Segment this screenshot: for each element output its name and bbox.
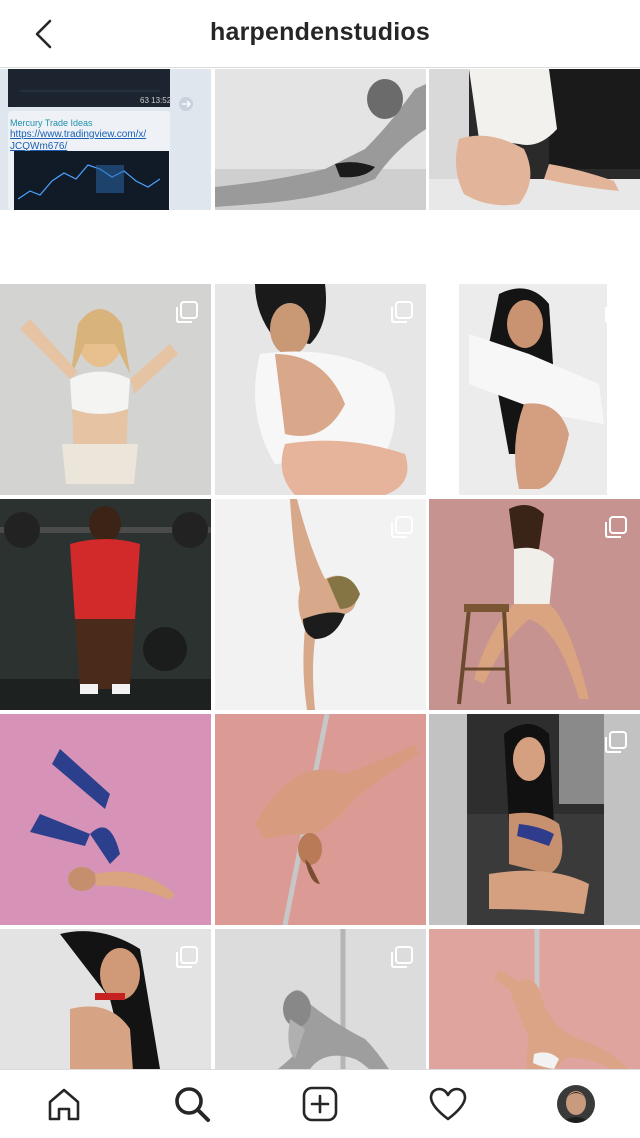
top-bar: harpendenstudios <box>0 0 640 68</box>
tab-search[interactable] <box>170 1082 214 1126</box>
post-tile-11[interactable] <box>214 714 426 925</box>
multiple-posts-icon <box>176 946 198 968</box>
post-tile-2[interactable] <box>214 69 426 210</box>
multiple-posts-icon <box>390 301 413 323</box>
heart-icon <box>429 1087 467 1121</box>
post-tile-7[interactable] <box>0 499 211 710</box>
post-grid: 63 13:52 Mercury Trade Ideas https://www… <box>0 69 640 1069</box>
message-link: https://www.tradingview.com/x/ <box>10 129 147 140</box>
post-tile-10[interactable] <box>0 714 211 925</box>
post-image <box>0 499 211 710</box>
page-title: harpendenstudios <box>210 18 430 46</box>
message-preview: Mercury Trade Ideas https://www.tradingv… <box>10 117 160 153</box>
post-tile-5[interactable] <box>214 284 426 495</box>
multiple-posts-icon <box>176 301 198 323</box>
add-post-icon <box>302 1086 338 1122</box>
tab-activity[interactable] <box>426 1082 470 1126</box>
post-tile-1[interactable]: 63 13:52 Mercury Trade Ideas https://www… <box>0 69 211 210</box>
multiple-posts-icon <box>605 301 627 323</box>
home-icon <box>48 1088 80 1121</box>
post-tile-13[interactable] <box>0 929 211 1069</box>
post-tile-4[interactable] <box>0 284 211 495</box>
post-tile-14[interactable] <box>214 929 426 1069</box>
multiple-posts-icon <box>605 731 627 753</box>
tab-profile[interactable] <box>554 1082 598 1126</box>
post-tile-15[interactable] <box>429 929 640 1069</box>
post-tile-3[interactable] <box>429 69 640 210</box>
post-tile-12[interactable] <box>429 714 640 925</box>
message-title: Mercury Trade Ideas <box>10 118 93 128</box>
multiple-posts-icon <box>605 516 627 538</box>
post-tile-8[interactable] <box>214 499 426 710</box>
multiple-posts-icon <box>390 516 413 538</box>
profile-photo <box>557 1085 595 1123</box>
post-image <box>214 69 426 210</box>
timestamp: 63 13:52 <box>140 96 172 105</box>
bottom-tab-bar <box>0 1069 640 1138</box>
multiple-posts-icon <box>390 946 413 968</box>
post-image <box>429 929 640 1069</box>
post-tile-9[interactable] <box>429 499 640 710</box>
explore-profile-grid-screen: harpendenstudios 63 13:52 Mercury Trade … <box>0 0 640 1138</box>
post-image <box>429 69 640 210</box>
avatar <box>557 1085 595 1123</box>
tab-new-post[interactable] <box>298 1082 342 1126</box>
message-link-2: JCQWm676/ <box>10 141 68 152</box>
post-image <box>214 714 426 925</box>
search-icon <box>175 1087 210 1122</box>
tab-home[interactable] <box>42 1082 86 1126</box>
post-image <box>0 714 211 925</box>
post-tile-6[interactable] <box>429 284 640 495</box>
